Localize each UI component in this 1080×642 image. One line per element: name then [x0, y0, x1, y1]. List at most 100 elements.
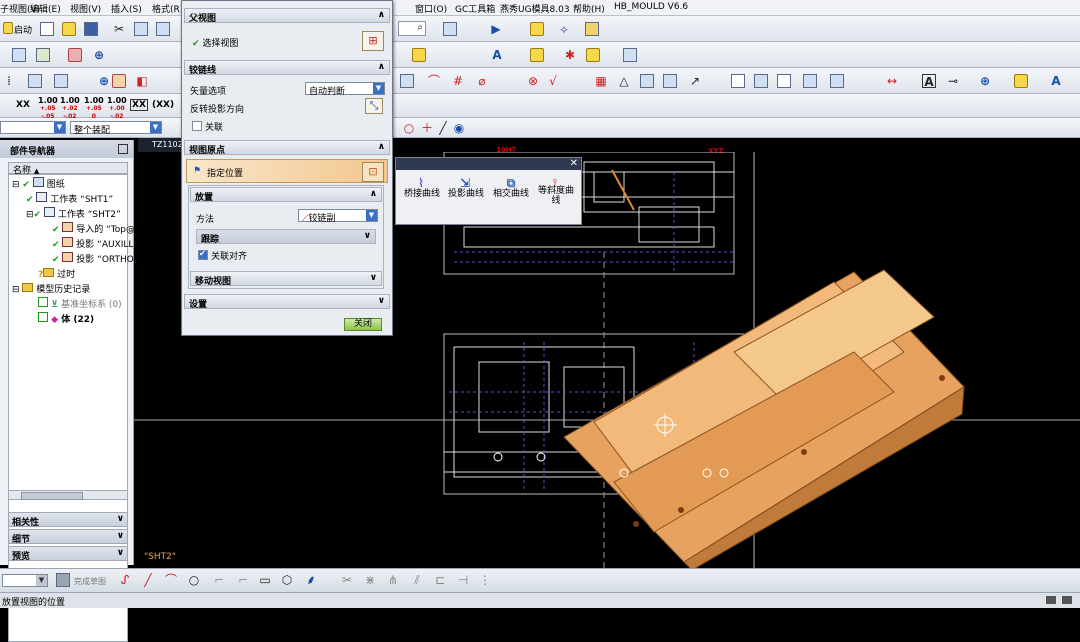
profile-icon[interactable]: ᔑ [118, 573, 132, 587]
snap-line-icon[interactable]: ╱ [436, 121, 450, 135]
tree-item-sheet1[interactable]: ✔ 工作表 “SHT1” [26, 192, 113, 205]
menu-help[interactable]: 帮助(H) [573, 2, 605, 15]
grid-icon[interactable] [585, 22, 599, 36]
arc-icon[interactable]: ⌒ [164, 573, 178, 587]
section-hinge-line[interactable]: 铰链线 ∧ [184, 60, 390, 76]
datum-target-icon[interactable]: ⊗ [526, 74, 540, 88]
vector-option-select[interactable]: 自动判断 ▼ [305, 82, 385, 97]
note-icon[interactable] [777, 74, 791, 88]
cut-icon[interactable]: ✂ [112, 22, 126, 36]
image-icon[interactable] [731, 74, 745, 88]
offset-icon[interactable]: ⋔ [386, 573, 400, 587]
checkbox-icon[interactable] [38, 297, 48, 307]
text-style-icon[interactable]: A [1049, 74, 1063, 88]
section-view-origin[interactable]: 视图原点 ∧ [184, 140, 390, 156]
base-view-icon[interactable] [28, 74, 42, 88]
reverse-direction-button[interactable]: ⤡ [365, 98, 383, 114]
triangle-icon[interactable]: △ [617, 74, 631, 88]
tree-item-projection-aux[interactable]: ✔ 投影 “AUXILL [52, 237, 133, 250]
dimension-icon[interactable] [412, 48, 426, 62]
checkbox-icon[interactable] [38, 312, 48, 322]
circle-icon[interactable]: ○ [187, 573, 201, 587]
spline-tool-icon[interactable] [530, 22, 544, 36]
open-folder-icon[interactable] [62, 22, 76, 36]
panel-preview[interactable]: 预览 ∨ [8, 546, 128, 562]
section-view-icon[interactable] [112, 74, 126, 88]
section-tracking[interactable]: 跟踪 ∨ [196, 229, 376, 245]
surface-finish-icon[interactable]: √ [546, 74, 560, 88]
menu-hb-mould[interactable]: HB_MOULD V6.6 [614, 2, 688, 12]
section-settings[interactable]: 设置 ∨ [184, 294, 390, 310]
save-icon[interactable] [84, 22, 98, 36]
projected-view-icon[interactable] [54, 74, 68, 88]
reference-dim-button[interactable]: (XX) [152, 100, 174, 110]
grid-dim-icon[interactable]: # [451, 74, 465, 88]
menu-edit[interactable]: 编辑(E) [30, 2, 61, 15]
table-icon[interactable] [623, 48, 637, 62]
tree-item-projection-ortho[interactable]: ✔ 投影 “ORTHO0 [52, 252, 140, 265]
tree-item-outdated[interactable]: ? 过时 [38, 267, 75, 280]
paste-icon[interactable] [156, 22, 170, 36]
section-parent-view[interactable]: 父视图 ∧ [184, 8, 390, 24]
ordinate-icon[interactable]: ↔ [885, 74, 899, 88]
maximize-icon[interactable] [118, 144, 128, 154]
arc-icon[interactable]: ⌒ [427, 74, 441, 88]
dimension-sketch-icon[interactable]: ⊣ [456, 573, 470, 587]
expand-icon[interactable]: ⊟ [12, 285, 20, 295]
project-curve-label[interactable]: 投影曲线 [446, 186, 486, 199]
view-orient-icon[interactable]: ▶ [489, 22, 503, 36]
bridge-curve-label[interactable]: 桥接曲线 [402, 186, 442, 199]
snap-point-icon[interactable]: ⊕ [92, 48, 106, 62]
basic-dim-button[interactable]: XX [130, 99, 148, 111]
chamfer-icon[interactable]: ⌐ [236, 573, 250, 587]
sketch-select[interactable]: ▼ [2, 574, 48, 587]
symbol-icon[interactable] [530, 48, 544, 62]
tree-item-imported-view[interactable]: ✔ 导入的 “Top@ [52, 222, 135, 235]
spline-icon[interactable]: ⸙ [304, 573, 318, 587]
trim-icon[interactable]: ✂ [340, 573, 354, 587]
dim-style-icon[interactable] [803, 74, 817, 88]
expand-icon[interactable]: ⊟ [12, 180, 20, 190]
extend-icon[interactable]: ⋇ [363, 573, 377, 587]
snap-circle-icon[interactable]: ○ [402, 121, 416, 135]
feature-control-icon[interactable]: ⌀ [475, 74, 489, 88]
tree-item-sheet2[interactable]: ⊟✔ 工作表 “SHT2” [26, 207, 121, 220]
leader-icon[interactable]: ↗ [688, 74, 702, 88]
pmi-icon[interactable] [754, 74, 768, 88]
menu-view-2[interactable]: 视图(V) [70, 2, 101, 15]
mirror-icon[interactable]: ⫽ [410, 573, 424, 587]
constraint-icon[interactable]: ⊏ [433, 573, 447, 587]
menu-format[interactable]: 格式(R) [152, 2, 183, 15]
line-style-icon[interactable]: ⊸ [946, 74, 960, 88]
annotation-symbol-icon[interactable] [1014, 74, 1028, 88]
polygon-icon[interactable]: ⬡ [280, 573, 294, 587]
new-file-icon[interactable] [40, 22, 54, 36]
new-sheet-icon[interactable] [12, 48, 26, 62]
finish-sketch-label[interactable]: 完成草图 [74, 576, 106, 587]
start-button[interactable]: 启动 [14, 23, 32, 36]
associative-align-checkbox[interactable]: ✔ [198, 249, 208, 260]
pattern-icon[interactable]: ⋮ [478, 573, 492, 587]
method-select[interactable]: ⟋铰链副 ▼ [298, 209, 378, 224]
menu-window[interactable]: 窗口(O) [415, 2, 447, 15]
menu-gc-toolbox[interactable]: GC工具箱 [455, 2, 495, 15]
associative-checkbox[interactable] [192, 121, 202, 131]
rect-icon[interactable] [400, 74, 414, 88]
datum-icon[interactable]: ⟡ [557, 22, 571, 36]
tree-item-model-history[interactable]: ⊟ 模型历史记录 [12, 282, 90, 295]
rectangle-icon[interactable]: ▭ [258, 573, 272, 587]
panel-dependencies[interactable]: 相关性 ∨ [8, 512, 128, 528]
section-placement[interactable]: 放置 ∧ [190, 187, 382, 203]
finish-sketch-icon[interactable] [56, 573, 70, 587]
tree-item-datum-csys[interactable]: ⊻ 基准坐标系 (0) [38, 297, 122, 310]
detail-view-icon[interactable]: ⊕ [97, 74, 111, 88]
horizontal-scrollbar[interactable] [8, 490, 128, 500]
panel-details[interactable]: 细节 ∨ [8, 529, 128, 545]
menu-yanxiu[interactable]: 燕秀UG模具8.03 [500, 2, 570, 15]
expand-icon[interactable]: ⊟ [26, 210, 34, 220]
select-view-row[interactable]: ✔ 选择视图 [192, 36, 238, 49]
find-command-field[interactable]: ⌕ [398, 21, 426, 36]
specify-location-button[interactable]: ⊡ [362, 162, 384, 182]
text-a-box-icon[interactable]: A [922, 74, 936, 89]
section-move-view[interactable]: 移动视图 ∨ [190, 271, 382, 287]
